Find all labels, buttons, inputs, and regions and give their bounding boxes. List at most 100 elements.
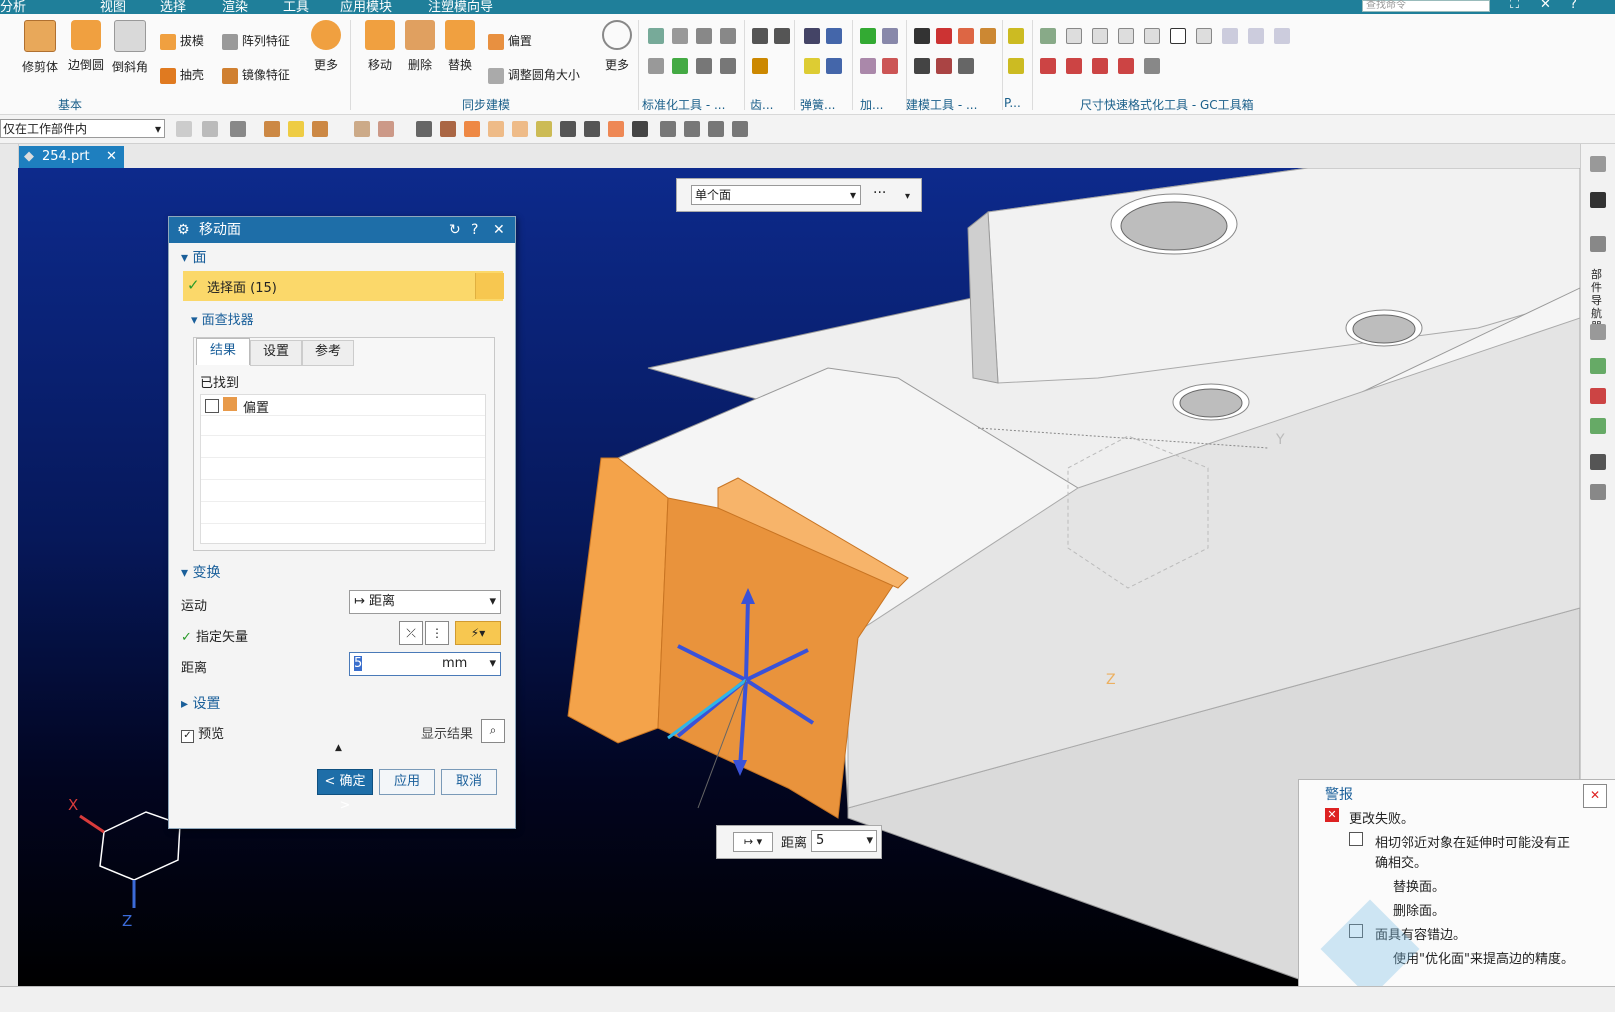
tool-icon[interactable] [696, 58, 712, 74]
menu-item-tools[interactable]: 工具 [283, 0, 309, 14]
face-finder-header[interactable]: ▾ 面查找器 [191, 309, 254, 328]
machining-tools-icons[interactable] [860, 28, 900, 88]
view-icon[interactable] [488, 121, 504, 137]
tool-icon[interactable] [1144, 58, 1160, 74]
help-icon[interactable]: ? [1570, 0, 1577, 12]
tool-icon[interactable] [914, 58, 930, 74]
spring-icon[interactable] [826, 28, 842, 44]
motion-type-dropdown[interactable]: ↦ ▾ [733, 832, 773, 852]
tool-icon[interactable] [1008, 58, 1024, 74]
cube-icon[interactable] [1590, 156, 1606, 172]
tool-icon[interactable] [860, 58, 876, 74]
tab-settings[interactable]: 设置 [250, 340, 302, 366]
group-modeling-label[interactable]: 建模工具 - ... [906, 96, 977, 113]
distance-input[interactable]: 5 mm ▾ [349, 652, 501, 676]
tool-icon[interactable] [936, 58, 952, 74]
apply-button[interactable]: 应用 [379, 769, 435, 795]
filter-icon[interactable] [176, 121, 192, 137]
view-icon[interactable] [536, 121, 552, 137]
display-icon[interactable] [1590, 192, 1606, 208]
tool-icon[interactable] [882, 28, 898, 44]
eye-icon[interactable] [632, 121, 648, 137]
dimension-icon[interactable] [1590, 418, 1606, 434]
close-alert-icon[interactable]: ✕ [1583, 784, 1607, 808]
group-dimension-format-label[interactable]: 尺寸快速格式化工具 - GC工具箱 [1080, 96, 1254, 113]
section-transform-header[interactable]: ▾ 变换 [181, 562, 220, 582]
tool-icon[interactable] [936, 28, 952, 44]
assembly-icon[interactable] [1590, 324, 1606, 340]
cancel-button[interactable]: 取消 [441, 769, 497, 795]
tool-icon[interactable] [958, 28, 974, 44]
check-icon[interactable] [860, 28, 876, 44]
view-icon[interactable] [684, 121, 700, 137]
menu-item-application[interactable]: 应用模块 [340, 0, 392, 14]
dimension-format-icons[interactable] [1040, 28, 1320, 88]
tab-254-prt[interactable]: ◆ 254.prt ✕ [18, 146, 124, 168]
tool-icon[interactable] [1248, 28, 1264, 44]
selection-filter-icons[interactable] [176, 121, 776, 137]
filter-icon[interactable] [378, 121, 394, 137]
chamfer-button[interactable]: 倒斜角 [110, 20, 150, 75]
menu-item-analysis[interactable]: 分析 [0, 0, 26, 14]
group-p-label[interactable]: P... [1004, 96, 1021, 110]
tool-icon[interactable] [1092, 58, 1108, 74]
help-icon[interactable]: ? [471, 217, 478, 243]
tool-icon[interactable] [1040, 28, 1056, 44]
found-item-checkbox[interactable] [205, 399, 219, 413]
offset-face-button[interactable]: 偏置 [488, 32, 532, 50]
command-search-input[interactable]: 查找命令 [1362, 0, 1490, 12]
snap-icon[interactable] [264, 121, 280, 137]
gear-icon[interactable] [752, 58, 768, 74]
triangle-icon[interactable] [914, 28, 930, 44]
spring-icon[interactable] [804, 28, 820, 44]
tool-icon[interactable] [1170, 28, 1186, 44]
tool-icon[interactable] [1144, 28, 1160, 44]
more-options-button[interactable]: ··· [873, 185, 886, 201]
gear-icon[interactable] [752, 28, 768, 44]
view-icon[interactable] [608, 121, 624, 137]
tool-icon[interactable] [980, 28, 996, 44]
preview-checkbox[interactable]: ✓ [181, 730, 194, 743]
tool-icon[interactable] [1274, 28, 1290, 44]
trim-body-button[interactable]: 修剪体 [20, 20, 60, 75]
view-icon[interactable] [708, 121, 724, 137]
reverse-direction-icon[interactable]: ⤫ [399, 621, 423, 645]
tab-results[interactable]: 结果 [196, 338, 250, 365]
snap-icon[interactable] [312, 121, 328, 137]
view-icon[interactable] [440, 121, 456, 137]
group-spring-label[interactable]: 弹簧... [800, 96, 835, 113]
menu-item-view[interactable]: 视图 [100, 0, 126, 14]
ok-button[interactable]: < 确定 > [317, 769, 373, 813]
edge-blend-button[interactable]: 边倒圆 [66, 20, 106, 73]
tool-icon[interactable] [958, 58, 974, 74]
view-icon[interactable] [464, 121, 480, 137]
draft-button[interactable]: 拔模 [160, 32, 204, 50]
layer-icon[interactable] [1590, 484, 1606, 500]
tool-icon[interactable] [882, 58, 898, 74]
group-machining-label[interactable]: 加... [860, 96, 883, 113]
tool-icon[interactable] [1118, 58, 1134, 74]
modeling-tools-icons[interactable] [914, 28, 1002, 88]
dialog-title-bar[interactable]: ⚙ 移动面 ↻ ? ✕ [169, 217, 515, 243]
basic-more-button[interactable]: 更多 [306, 20, 346, 73]
spring-tools-icons[interactable] [804, 28, 844, 88]
resize-blend-button[interactable]: 调整圆角大小 [488, 66, 580, 84]
tool-icon[interactable] [648, 58, 664, 74]
collapse-arrow-icon[interactable]: ▲ [335, 743, 342, 753]
filter-icon[interactable] [230, 121, 246, 137]
view-icon[interactable] [512, 121, 528, 137]
replace-face-button[interactable]: 替换 [440, 20, 480, 73]
pattern-feature-button[interactable]: 阵列特征 [222, 32, 290, 50]
constraint-icon[interactable] [1590, 358, 1606, 374]
close-tab-icon[interactable]: ✕ [106, 146, 117, 168]
magnifier-icon[interactable]: ⌕ [481, 719, 505, 743]
tool-icon[interactable] [648, 28, 664, 44]
tool-icon[interactable] [696, 28, 712, 44]
tab-reference[interactable]: 参考 [302, 340, 354, 366]
tool-icon[interactable] [1066, 58, 1082, 74]
spring-icon[interactable] [826, 58, 842, 74]
menu-item-mold-wizard[interactable]: 注塑模向导 [428, 0, 493, 14]
delete-face-button[interactable]: 删除 [400, 20, 440, 73]
tool-icon[interactable] [1008, 28, 1024, 44]
view-icon[interactable] [560, 121, 576, 137]
